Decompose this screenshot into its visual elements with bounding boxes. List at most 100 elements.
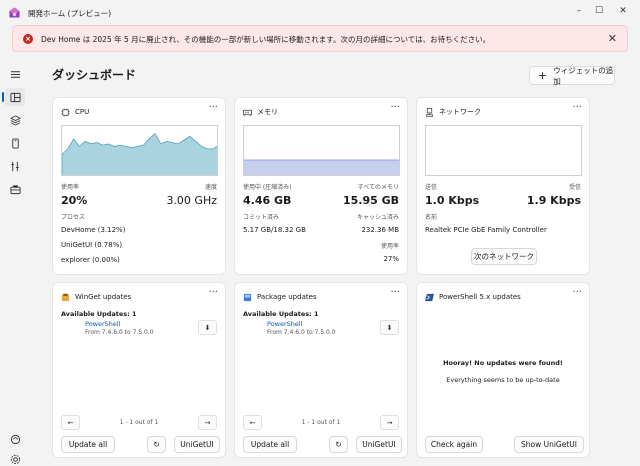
memory-icon xyxy=(243,109,252,116)
network-name-label: 名前 xyxy=(425,214,438,221)
package-next-page-button[interactable]: → xyxy=(380,415,399,430)
cpu-process-item: DevHome (3.12%) xyxy=(61,226,126,234)
cpu-usage-label: 使用率 xyxy=(61,184,80,191)
package-app-version: From 7.4.6.0 to 7.5.0.0 xyxy=(267,329,336,336)
powershell-show-app-button[interactable]: Show UniGetUI xyxy=(514,436,584,453)
powershell-uptodate-text: Everything seems to be up-to-date xyxy=(446,376,560,384)
page-title: ダッシュボード xyxy=(52,68,137,82)
powershell-more-button[interactable]: ··· xyxy=(572,287,582,298)
winget-available-updates: Available Updates: 1 xyxy=(61,310,137,318)
title-bar: 開発ホーム (プレビュー) – ☐ ✕ xyxy=(0,0,640,24)
banner-close-button[interactable]: ✕ xyxy=(608,32,617,45)
nav-feedback-icon[interactable] xyxy=(5,430,25,448)
next-network-button[interactable]: 次のネットワーク xyxy=(471,248,537,265)
memory-cache-label: キャッシュ済み xyxy=(356,214,399,221)
memory-commit-label: コミット済み xyxy=(243,214,280,221)
nav-dashboard-icon[interactable] xyxy=(5,88,25,106)
memory-used-label: 使用中 (圧縮済み) xyxy=(243,184,292,191)
memory-total-value: 15.95 GB xyxy=(342,194,399,207)
powershell-updates-widget: PowerShell 5.x updates ··· Hooray! No up… xyxy=(416,282,590,458)
network-widget: ネットワーク ··· 送信 受信 1.0 Kbps 1.9 Kbps 名前 Re… xyxy=(416,97,590,275)
cpu-process-item: explorer (0.00%) xyxy=(61,256,120,264)
network-adapter-name: Realtek PCIe GbE Family Controller xyxy=(425,226,547,234)
winget-app-name[interactable]: PowerShell xyxy=(85,320,121,328)
nav-toolbox-icon[interactable] xyxy=(5,180,25,198)
window-title: 開発ホーム (プレビュー) xyxy=(28,9,112,18)
package-updates-widget: Package updates ··· Available Updates: 1… xyxy=(234,282,408,458)
winget-more-button[interactable]: ··· xyxy=(208,287,218,298)
memory-total-label: すべてのメモリ xyxy=(357,184,399,191)
cpu-speed-value: 3.00 GHz xyxy=(166,194,217,207)
nav-extensions-icon[interactable] xyxy=(5,111,25,129)
network-more-button[interactable]: ··· xyxy=(572,102,582,113)
winget-header: WinGet updates xyxy=(61,291,131,303)
nav-device-icon[interactable] xyxy=(5,134,25,152)
winget-updates-widget: WinGet updates ··· Available Updates: 1 … xyxy=(52,282,226,458)
package-more-button[interactable]: ··· xyxy=(390,287,400,298)
add-widget-button[interactable]: + ウィジェットの追加 xyxy=(529,65,615,86)
network-graph xyxy=(425,125,582,176)
nav-active-indicator xyxy=(2,92,4,102)
cpu-title: CPU xyxy=(75,108,90,116)
network-header: ネットワーク xyxy=(425,106,481,118)
winget-update-all-button[interactable]: Update all xyxy=(61,436,115,453)
error-icon: × xyxy=(23,34,33,44)
banner-message: Dev Home は 2025 年 5 月に廃止され、その機能の一部が新しい場所… xyxy=(41,35,491,44)
package-refresh-button[interactable]: ↻ xyxy=(329,436,348,453)
memory-cache-value: 232.36 MB xyxy=(361,226,399,234)
package-open-app-button[interactable]: UniGetUI xyxy=(356,436,402,453)
package-header: Package updates xyxy=(243,291,317,303)
cpu-icon xyxy=(61,107,70,117)
memory-widget: メモリ ··· 使用中 (圧縮済み) すべてのメモリ 4.46 GB 15.95… xyxy=(234,97,408,275)
network-usage-chart xyxy=(426,126,582,176)
cpu-process-item: UniGetUI (0.78%) xyxy=(61,241,123,249)
cpu-speed-label: 速度 xyxy=(204,184,217,191)
plus-icon: + xyxy=(538,68,548,82)
package-app-name[interactable]: PowerShell xyxy=(267,320,303,328)
network-recv-label: 受信 xyxy=(568,184,581,191)
winget-title: WinGet updates xyxy=(75,293,132,301)
cpu-widget: CPU ··· 使用率 速度 20% 3.00 GHz プロセス DevHome… xyxy=(52,97,226,275)
powershell-check-again-button[interactable]: Check again xyxy=(425,436,483,453)
memory-header: メモリ xyxy=(243,106,278,118)
memory-title: メモリ xyxy=(257,108,278,116)
powershell-icon xyxy=(425,293,434,301)
deprecation-banner: × Dev Home は 2025 年 5 月に廃止され、その機能の一部が新しい… xyxy=(12,25,628,52)
package-download-button[interactable]: ⬇ xyxy=(380,320,399,335)
powershell-title: PowerShell 5.x updates xyxy=(439,293,521,301)
nav-utilities-icon[interactable] xyxy=(5,157,25,175)
maximize-button[interactable]: ☐ xyxy=(588,3,610,19)
memory-more-button[interactable]: ··· xyxy=(390,102,400,113)
powershell-header: PowerShell 5.x updates xyxy=(425,291,521,303)
memory-graph xyxy=(243,125,400,176)
cpu-usage-value: 20% xyxy=(61,194,88,207)
winget-next-page-button[interactable]: → xyxy=(198,415,217,430)
memory-rate-label: 使用率 xyxy=(380,243,399,250)
close-window-button[interactable]: ✕ xyxy=(612,3,634,19)
network-send-label: 送信 xyxy=(425,184,438,191)
memory-rate-value: 27% xyxy=(383,255,399,263)
winget-download-button[interactable]: ⬇ xyxy=(198,320,217,335)
cpu-usage-area-chart xyxy=(62,132,217,175)
network-recv-value: 1.9 Kbps xyxy=(526,194,581,207)
nav-settings-icon[interactable] xyxy=(5,450,25,466)
cpu-header: CPU xyxy=(61,106,89,118)
package-update-all-button[interactable]: Update all xyxy=(243,436,297,453)
hamburger-menu-icon[interactable] xyxy=(5,65,25,83)
dev-home-logo-icon xyxy=(9,7,20,18)
winget-app-version: From 7.4.6.0 to 7.5.0.0 xyxy=(85,329,154,336)
winget-package-icon xyxy=(61,293,70,301)
network-icon xyxy=(426,107,433,117)
add-widget-label: ウィジェットの追加 xyxy=(553,65,614,86)
cpu-more-button[interactable]: ··· xyxy=(208,102,218,113)
cpu-process-label: プロセス xyxy=(61,214,86,221)
memory-usage-area-chart xyxy=(244,159,399,175)
package-title: Package updates xyxy=(257,293,317,301)
memory-commit-value: 5.17 GB/18.32 GB xyxy=(243,226,306,234)
winget-open-app-button[interactable]: UniGetUI xyxy=(174,436,220,453)
minimize-button[interactable]: – xyxy=(568,3,590,19)
network-send-value: 1.0 Kbps xyxy=(425,194,480,207)
winget-refresh-button[interactable]: ↻ xyxy=(147,436,166,453)
package-available-updates: Available Updates: 1 xyxy=(243,310,319,318)
network-title: ネットワーク xyxy=(439,108,481,116)
